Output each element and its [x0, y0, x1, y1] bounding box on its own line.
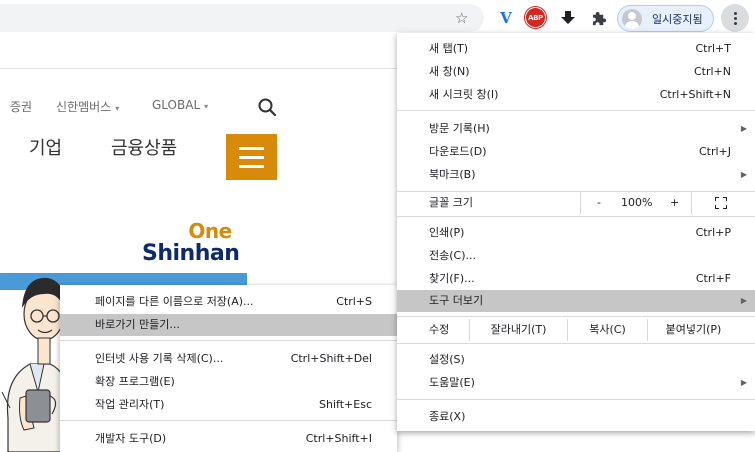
menu-item-bookmarks[interactable]: 북마크(B) ▶	[397, 164, 755, 186]
edit-label: 수정	[429, 323, 450, 336]
zoom-in-button[interactable]: +	[670, 192, 679, 214]
menu-separator	[397, 316, 755, 317]
menu-item-new-tab[interactable]: 새 탭(T) Ctrl+T	[397, 38, 755, 60]
menu-separator	[397, 216, 755, 217]
fullscreen-icon[interactable]	[715, 197, 727, 209]
adblock-plus-icon[interactable]: ABP	[525, 7, 546, 28]
profile-button[interactable]: 일시중지됨	[617, 5, 714, 32]
menu-item-new-window[interactable]: 새 창(N) Ctrl+N	[397, 61, 755, 83]
menu-item-more-tools[interactable]: 도구 더보기 ▶	[397, 290, 755, 312]
menu-item-exit[interactable]: 종료(X)	[397, 406, 755, 428]
search-icon[interactable]	[257, 97, 277, 117]
bookmark-star-icon[interactable]: ☆	[455, 9, 468, 27]
hamburger-menu-button[interactable]	[226, 134, 277, 180]
zoom-controls: - 100% +	[580, 192, 692, 214]
chevron-right-icon: ▶	[740, 170, 747, 179]
one-shinhan-logo: One Shinhan	[142, 219, 240, 266]
v-extension-icon[interactable]: V	[496, 8, 516, 28]
menu-item-settings[interactable]: 설정(S)	[397, 349, 755, 371]
chevron-right-icon: ▶	[740, 124, 747, 133]
chevron-right-icon: ▶	[740, 296, 747, 305]
menu-separator	[397, 399, 755, 400]
chrome-main-menu: 새 탭(T) Ctrl+T 새 창(N) Ctrl+N 새 시크릿 창(I) C…	[397, 33, 755, 431]
more-tools-submenu: 페이지를 다른 이름으로 저장(A)... Ctrl+S 바로가기 만들기...…	[60, 285, 397, 452]
gnb-link-members[interactable]: 신한멤버스 ▾	[56, 98, 119, 115]
menu-item-clear-browsing-data[interactable]: 인터넷 사용 기록 삭제(C)... Ctrl+Shift+Del	[60, 348, 397, 370]
menu-separator	[397, 110, 755, 111]
zoom-out-button[interactable]: -	[597, 192, 601, 214]
edit-row: 수정 잘라내기(T) 복사(C) 붙여넣기(P)	[397, 319, 755, 341]
menu-item-cast[interactable]: 전송(C)...	[397, 245, 755, 267]
chrome-menu-button[interactable]	[721, 4, 749, 32]
download-icon[interactable]	[558, 8, 578, 28]
menu-item-history[interactable]: 방문 기록(H) ▶	[397, 118, 755, 140]
gnb-link-securities[interactable]: 증권	[10, 98, 32, 115]
menu-item-downloads[interactable]: 다운로드(D) Ctrl+J	[397, 141, 755, 163]
gnb-link-global[interactable]: GLOBAL ▾	[152, 98, 208, 112]
menu-item-create-shortcut[interactable]: 바로가기 만들기...	[60, 314, 397, 336]
menu-separator	[397, 343, 755, 344]
menu-separator	[60, 340, 397, 341]
menu-item-help[interactable]: 도움말(E) ▶	[397, 372, 755, 394]
menu-item-find[interactable]: 찾기(F)... Ctrl+F	[397, 268, 755, 290]
menu-item-task-manager[interactable]: 작업 관리자(T) Shift+Esc	[60, 394, 397, 416]
menu-item-new-incognito-window[interactable]: 새 시크릿 창(I) Ctrl+Shift+N	[397, 84, 755, 106]
cut-button[interactable]: 잘라내기(T)	[469, 319, 567, 341]
zoom-level: 100%	[621, 196, 653, 209]
caret-down-icon: ▾	[204, 102, 209, 111]
chevron-right-icon: ▶	[740, 378, 747, 387]
address-bar[interactable]	[0, 4, 484, 32]
caret-down-icon: ▾	[115, 104, 120, 113]
avatar-icon	[622, 8, 642, 29]
header-divider	[0, 68, 400, 69]
profile-status-label: 일시중지됨	[652, 12, 703, 26]
zoom-label: 글꼴 크기	[429, 196, 473, 209]
menu-separator	[60, 420, 397, 421]
copy-button[interactable]: 복사(C)	[567, 319, 647, 341]
puzzle-icon[interactable]	[589, 8, 609, 28]
nav-financial-products[interactable]: 금융상품	[111, 134, 177, 160]
menu-item-print[interactable]: 인쇄(P) Ctrl+P	[397, 222, 755, 244]
nav-corporate[interactable]: 기업	[29, 134, 62, 160]
paste-button[interactable]: 붙여넣기(P)	[647, 319, 739, 341]
menu-item-extensions[interactable]: 확장 프로그램(E)	[60, 371, 397, 393]
zoom-row: 글꼴 크기 - 100% +	[397, 192, 755, 214]
menu-item-developer-tools[interactable]: 개발자 도구(D) Ctrl+Shift+I	[60, 428, 397, 450]
menu-item-save-page-as[interactable]: 페이지를 다른 이름으로 저장(A)... Ctrl+S	[60, 291, 397, 313]
